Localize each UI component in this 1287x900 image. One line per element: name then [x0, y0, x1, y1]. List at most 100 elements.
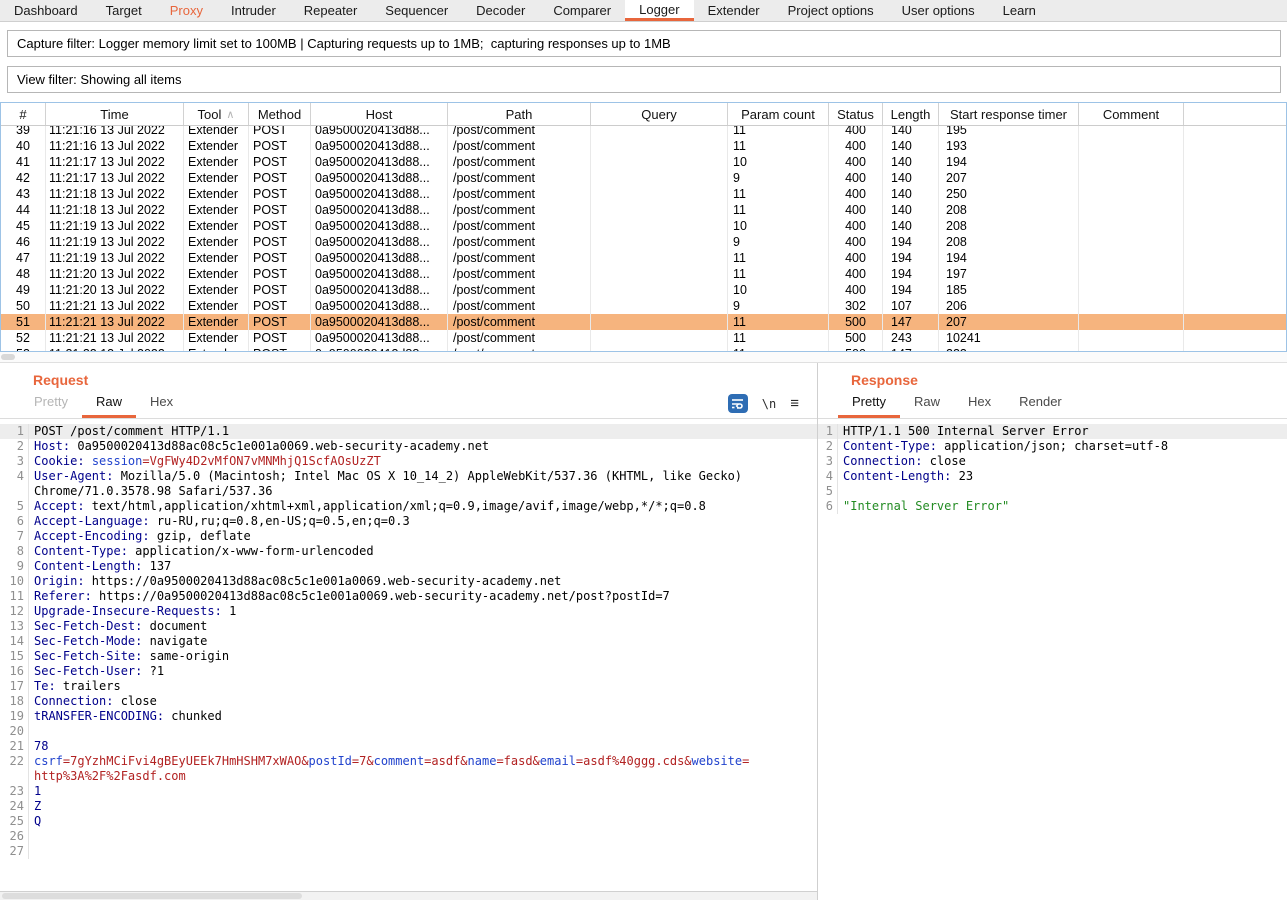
menu-tab-user-options[interactable]: User options: [888, 0, 989, 21]
show-newlines-icon[interactable]: \n: [762, 397, 776, 411]
column-header-time[interactable]: Time: [46, 103, 184, 125]
cell-filler: [1184, 282, 1286, 298]
table-row[interactable]: 4111:21:17 13 Jul 2022ExtenderPOST0a9500…: [1, 154, 1286, 170]
table-row[interactable]: 4511:21:19 13 Jul 2022ExtenderPOST0a9500…: [1, 218, 1286, 234]
line-content: Accept: text/html,application/xhtml+xml,…: [29, 499, 706, 514]
cell-srt: 250: [939, 186, 1079, 202]
table-horizontal-scrollbar[interactable]: [0, 352, 1287, 362]
response-editor[interactable]: 1HTTP/1.1 500 Internal Server Error2Cont…: [818, 422, 1287, 900]
request-tab-raw[interactable]: Raw: [82, 389, 136, 418]
line-content: Sec-Fetch-Mode: navigate: [29, 634, 207, 649]
request-horizontal-scrollbar[interactable]: [0, 891, 817, 900]
cell-query: [591, 330, 728, 346]
cell-params: 10: [728, 218, 829, 234]
cell-status: 400: [829, 218, 883, 234]
menu-tab-decoder[interactable]: Decoder: [462, 0, 539, 21]
table-body: 3911:21:16 13 Jul 2022ExtenderPOST0a9500…: [1, 126, 1286, 352]
response-tab-pretty[interactable]: Pretty: [838, 389, 900, 418]
cell-method: POST: [249, 138, 311, 154]
table-row[interactable]: 4011:21:16 13 Jul 2022ExtenderPOST0a9500…: [1, 138, 1286, 154]
cell-path: /post/comment: [448, 266, 591, 282]
scrollbar-thumb[interactable]: [1, 354, 15, 360]
table-row[interactable]: 4311:21:18 13 Jul 2022ExtenderPOST0a9500…: [1, 186, 1286, 202]
view-filter-bar[interactable]: View filter: Showing all items: [7, 66, 1281, 93]
request-tab-hex[interactable]: Hex: [136, 389, 187, 418]
cell-params: 10: [728, 282, 829, 298]
line-content: Sec-Fetch-Site: same-origin: [29, 649, 229, 664]
column-header-path[interactable]: Path: [448, 103, 591, 125]
line-number: 22: [0, 754, 29, 769]
line-number: 20: [0, 724, 29, 739]
cell-path: /post/comment: [448, 234, 591, 250]
table-row[interactable]: 5111:21:21 13 Jul 2022ExtenderPOST0a9500…: [1, 314, 1286, 330]
menu-tab-repeater[interactable]: Repeater: [290, 0, 371, 21]
line-content: Content-Type: application/x-www-form-url…: [29, 544, 374, 559]
response-tab-raw[interactable]: Raw: [900, 389, 954, 418]
cell-filler: [1184, 250, 1286, 266]
word-wrap-icon[interactable]: [728, 394, 748, 413]
editor-line: 3Connection: close: [818, 454, 1287, 469]
response-tab-hex[interactable]: Hex: [954, 389, 1005, 418]
column-header-host[interactable]: Host: [311, 103, 448, 125]
table-row[interactable]: 5211:21:21 13 Jul 2022ExtenderPOST0a9500…: [1, 330, 1286, 346]
menu-tab-logger[interactable]: Logger: [625, 0, 693, 21]
scrollbar-thumb[interactable]: [2, 893, 302, 899]
cell-num: 50: [1, 298, 46, 314]
response-tab-render[interactable]: Render: [1005, 389, 1076, 418]
editor-menu-icon[interactable]: ≡: [790, 396, 799, 411]
log-table: #TimeTool∧MethodHostPathQueryParam count…: [0, 102, 1287, 352]
line-content: 1: [29, 784, 41, 799]
column-header-tool[interactable]: Tool∧: [184, 103, 249, 125]
cell-status: 500: [829, 330, 883, 346]
cell-srt: 208: [939, 234, 1079, 250]
table-row[interactable]: 4811:21:20 13 Jul 2022ExtenderPOST0a9500…: [1, 266, 1286, 282]
cell-time: 11:21:19 13 Jul 2022: [46, 250, 184, 266]
column-header-length[interactable]: Length: [883, 103, 939, 125]
menu-tab-intruder[interactable]: Intruder: [217, 0, 290, 21]
line-number: 12: [0, 604, 29, 619]
request-editor[interactable]: 1POST /post/comment HTTP/1.12Host: 0a950…: [0, 422, 817, 891]
line-content: Connection: close: [838, 454, 966, 469]
menu-tab-extender[interactable]: Extender: [694, 0, 774, 21]
table-row[interactable]: 5011:21:21 13 Jul 2022ExtenderPOST0a9500…: [1, 298, 1286, 314]
cell-path: /post/comment: [448, 330, 591, 346]
menu-tab-proxy[interactable]: Proxy: [156, 0, 217, 21]
cell-num: 42: [1, 170, 46, 186]
column-header-comment[interactable]: Comment: [1079, 103, 1184, 125]
line-content: Z: [29, 799, 41, 814]
capture-filter-bar[interactable]: Capture filter: Logger memory limit set …: [7, 30, 1281, 57]
menu-tab-sequencer[interactable]: Sequencer: [371, 0, 462, 21]
table-row[interactable]: 4711:21:19 13 Jul 2022ExtenderPOST0a9500…: [1, 250, 1286, 266]
cell-status: 400: [829, 170, 883, 186]
column-header-method[interactable]: Method: [249, 103, 311, 125]
column-header-query[interactable]: Query: [591, 103, 728, 125]
table-row[interactable]: 4211:21:17 13 Jul 2022ExtenderPOST0a9500…: [1, 170, 1286, 186]
menu-tab-project-options[interactable]: Project options: [774, 0, 888, 21]
cell-params: 11: [728, 202, 829, 218]
cell-srt: 193: [939, 138, 1079, 154]
cell-host: 0a9500020413d88...: [311, 138, 448, 154]
column-header-start-response-timer[interactable]: Start response timer: [939, 103, 1079, 125]
table-row[interactable]: 4611:21:19 13 Jul 2022ExtenderPOST0a9500…: [1, 234, 1286, 250]
line-content: Accept-Language: ru-RU,ru;q=0.8,en-US;q=…: [29, 514, 410, 529]
column-header-param-count[interactable]: Param count: [728, 103, 829, 125]
cell-path: /post/comment: [448, 138, 591, 154]
column-header-number[interactable]: #: [1, 103, 46, 125]
cell-host: 0a9500020413d88...: [311, 282, 448, 298]
cell-method: POST: [249, 218, 311, 234]
table-row[interactable]: 3911:21:16 13 Jul 2022ExtenderPOST0a9500…: [1, 126, 1286, 138]
menu-tab-dashboard[interactable]: Dashboard: [0, 0, 92, 21]
cell-comment: [1079, 298, 1184, 314]
editor-line: 27: [0, 844, 817, 859]
cell-comment: [1079, 154, 1184, 170]
line-number: 9: [0, 559, 29, 574]
menu-tab-comparer[interactable]: Comparer: [539, 0, 625, 21]
cell-filler: [1184, 298, 1286, 314]
column-header-status[interactable]: Status: [829, 103, 883, 125]
table-row[interactable]: 4411:21:18 13 Jul 2022ExtenderPOST0a9500…: [1, 202, 1286, 218]
menu-tab-learn[interactable]: Learn: [989, 0, 1050, 21]
menu-tab-target[interactable]: Target: [92, 0, 156, 21]
table-row[interactable]: 4911:21:20 13 Jul 2022ExtenderPOST0a9500…: [1, 282, 1286, 298]
cell-path: /post/comment: [448, 126, 591, 138]
cell-comment: [1079, 170, 1184, 186]
